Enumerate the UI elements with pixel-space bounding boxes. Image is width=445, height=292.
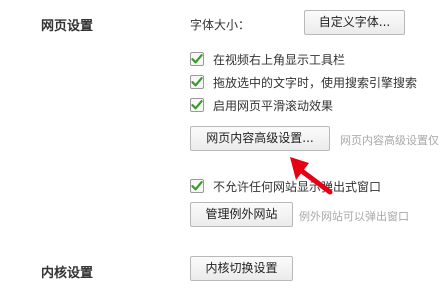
checkbox-row-smooth-scroll[interactable]: 启用网页平滑滚动效果 [190,96,333,114]
red-arrow-annotation [290,157,333,195]
video-toolbar-label: 在视频右上角显示工具栏 [213,52,346,67]
exceptions-hint: 例外网站可以弹出窗口 [299,210,409,223]
custom-font-button[interactable]: 自定义字体... [304,10,405,35]
smooth-scroll-label: 启用网页平滑滚动效果 [213,98,334,113]
manage-exceptions-button[interactable]: 管理例外网站 [190,202,293,227]
drag-search-checkbox[interactable] [190,75,204,89]
checkbox-row-drag-search[interactable]: 拖放选中的文字时，使用搜索引擎搜索 [190,73,417,91]
drag-search-label: 拖放选中的文字时，使用搜索引擎搜索 [213,75,418,90]
checkmark-icon [191,181,203,191]
block-popups-checkbox[interactable] [190,179,204,193]
kernel-switch-button[interactable]: 内核切换设置 [190,256,293,281]
kernel-settings-title: 内核设置 [41,266,94,281]
advanced-settings-hint: 网页内容高级设置仅 [340,134,439,147]
font-size-label: 字体大小： [190,18,251,32]
web-settings-title: 网页设置 [41,19,94,34]
video-toolbar-checkbox[interactable] [190,52,204,66]
checkbox-row-video-toolbar[interactable]: 在视频右上角显示工具栏 [190,50,345,68]
checkmark-icon [191,54,203,64]
checkmark-icon [191,77,203,87]
smooth-scroll-checkbox[interactable] [190,98,204,112]
checkmark-icon [191,100,203,110]
